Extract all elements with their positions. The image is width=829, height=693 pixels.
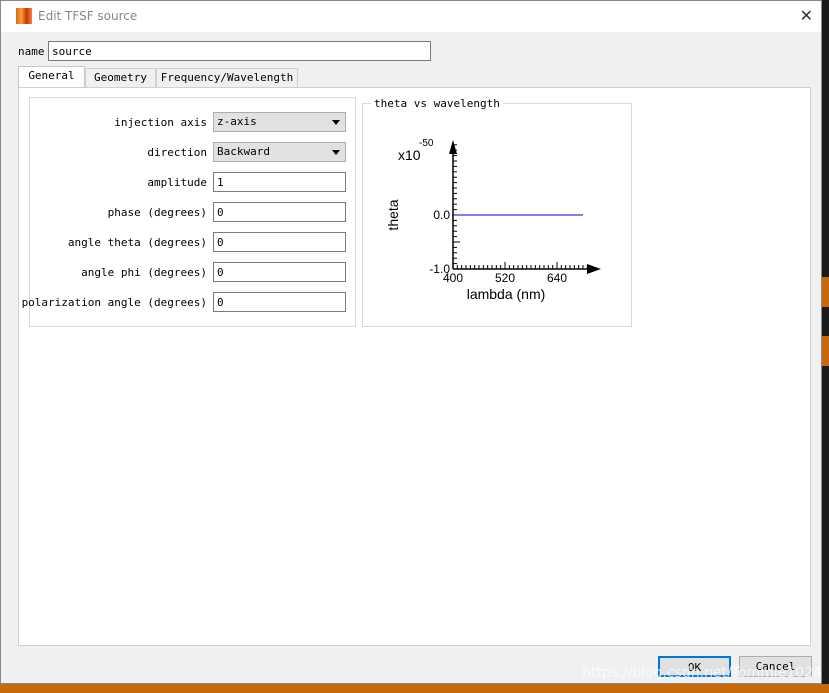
injection-axis-value: z-axis [217, 115, 257, 128]
amplitude-input[interactable] [213, 172, 346, 192]
direction-select[interactable]: Backward [213, 142, 346, 162]
angle-phi-label: angle phi (degrees) [81, 266, 207, 279]
y-tick-label: 0.0 [433, 208, 450, 222]
x-tick-label: 640 [547, 271, 567, 285]
y-multiplier: x10 [398, 147, 421, 163]
watermark: https://blog.csdn.net/Tommie1024 [582, 665, 822, 681]
chevron-down-icon [332, 120, 340, 125]
y-axis-label: theta [385, 199, 401, 230]
title-bar: Edit TFSF source ✕ [1, 1, 821, 32]
tab-general[interactable]: General [18, 66, 85, 88]
name-label: name [18, 45, 45, 58]
name-input[interactable] [48, 41, 431, 61]
y-axis-arrow [449, 140, 457, 154]
angle-phi-input[interactable] [213, 262, 346, 282]
close-icon[interactable]: ✕ [800, 6, 813, 25]
x-axis-arrow [587, 264, 601, 274]
tab-frequency-wavelength[interactable]: Frequency/Wavelength [156, 68, 298, 87]
direction-value: Backward [217, 145, 270, 158]
chart-group: theta vs wavelength x10 -50 theta lambda… [362, 97, 632, 327]
direction-label: direction [147, 146, 207, 159]
amplitude-label: amplitude [147, 176, 207, 189]
y-exponent: -50 [419, 138, 434, 149]
edit-tfsf-dialog: Edit TFSF source ✕ name General Geometry… [0, 0, 822, 684]
injection-axis-label: injection axis [114, 116, 207, 129]
angle-theta-input[interactable] [213, 232, 346, 252]
chevron-down-icon [332, 150, 340, 155]
general-fields-panel: injection axis z-axis direction Backward… [22, 97, 356, 327]
tab-geometry[interactable]: Geometry [85, 68, 156, 87]
polarization-angle-input[interactable] [213, 292, 346, 312]
x-tick-label: 520 [495, 271, 515, 285]
angle-theta-label: angle theta (degrees) [67, 236, 207, 249]
polarization-angle-label: polarization angle (degrees) [21, 296, 207, 309]
y-tick-label: -1.0 [429, 262, 450, 276]
phase-input[interactable] [213, 202, 346, 222]
phase-label: phase (degrees) [107, 206, 207, 219]
app-logo-icon [16, 8, 32, 24]
theta-vs-wavelength-chart: x10 -50 theta lambda (nm) 400 520 6400.0-1… [385, 138, 601, 302]
injection-axis-select[interactable]: z-axis [213, 112, 346, 132]
window-title: Edit TFSF source [38, 9, 138, 23]
x-axis-label: lambda (nm) [467, 286, 546, 302]
